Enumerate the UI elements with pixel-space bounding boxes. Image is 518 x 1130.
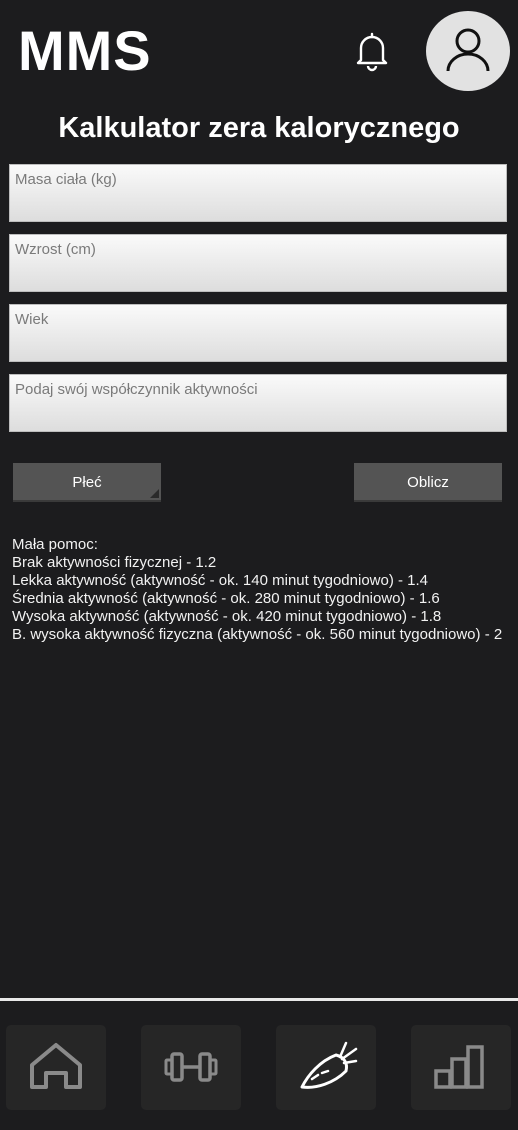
activity-factor-field[interactable]: Podaj swój współczynnik aktywności (9, 374, 510, 433)
user-icon (446, 28, 490, 72)
age-input[interactable] (10, 305, 510, 363)
calculate-button-label: Oblicz (407, 474, 449, 491)
age-field[interactable]: Wiek (9, 304, 510, 363)
help-line: B. wysoka aktywność fizyczna (aktywność … (12, 626, 503, 643)
gender-button-label: Płeć (72, 474, 102, 491)
home-icon (30, 1043, 82, 1089)
notifications-bell-icon[interactable] (352, 30, 392, 72)
profile-avatar-button[interactable] (426, 11, 510, 91)
nav-diet[interactable] (276, 1025, 376, 1110)
calculate-button[interactable]: Oblicz (354, 463, 502, 502)
help-text: Mała pomoc: Brak aktywności fizycznej - … (12, 536, 502, 644)
dropdown-corner-icon (150, 489, 159, 498)
help-title: Mała pomoc: (12, 536, 98, 553)
help-line: Lekka aktywność (aktywność - ok. 140 min… (12, 572, 429, 589)
body-mass-field[interactable]: Masa ciała (kg) (9, 164, 510, 223)
carrot-icon (300, 1041, 358, 1089)
nav-home[interactable] (6, 1025, 106, 1110)
page-title: Kalkulator zera kalorycznego (58, 112, 460, 144)
bottom-nav-divider (0, 998, 518, 1001)
help-line: Wysoka aktywność (aktywność - ok. 420 mi… (12, 608, 442, 625)
activity-factor-input[interactable] (10, 375, 510, 433)
body-mass-input[interactable] (10, 165, 510, 223)
app-title: MMS (18, 19, 152, 82)
help-line: Brak aktywności fizycznej - 1.2 (12, 554, 217, 571)
bar-chart-icon (434, 1045, 484, 1089)
dumbbell-icon (164, 1052, 218, 1082)
gender-select-button[interactable]: Płeć (13, 463, 161, 502)
nav-workouts[interactable] (141, 1025, 241, 1110)
height-input[interactable] (10, 235, 510, 293)
nav-stats[interactable] (411, 1025, 511, 1110)
height-field[interactable]: Wzrost (cm) (9, 234, 510, 293)
help-line: Średnia aktywność (aktywność - ok. 280 m… (12, 590, 440, 607)
